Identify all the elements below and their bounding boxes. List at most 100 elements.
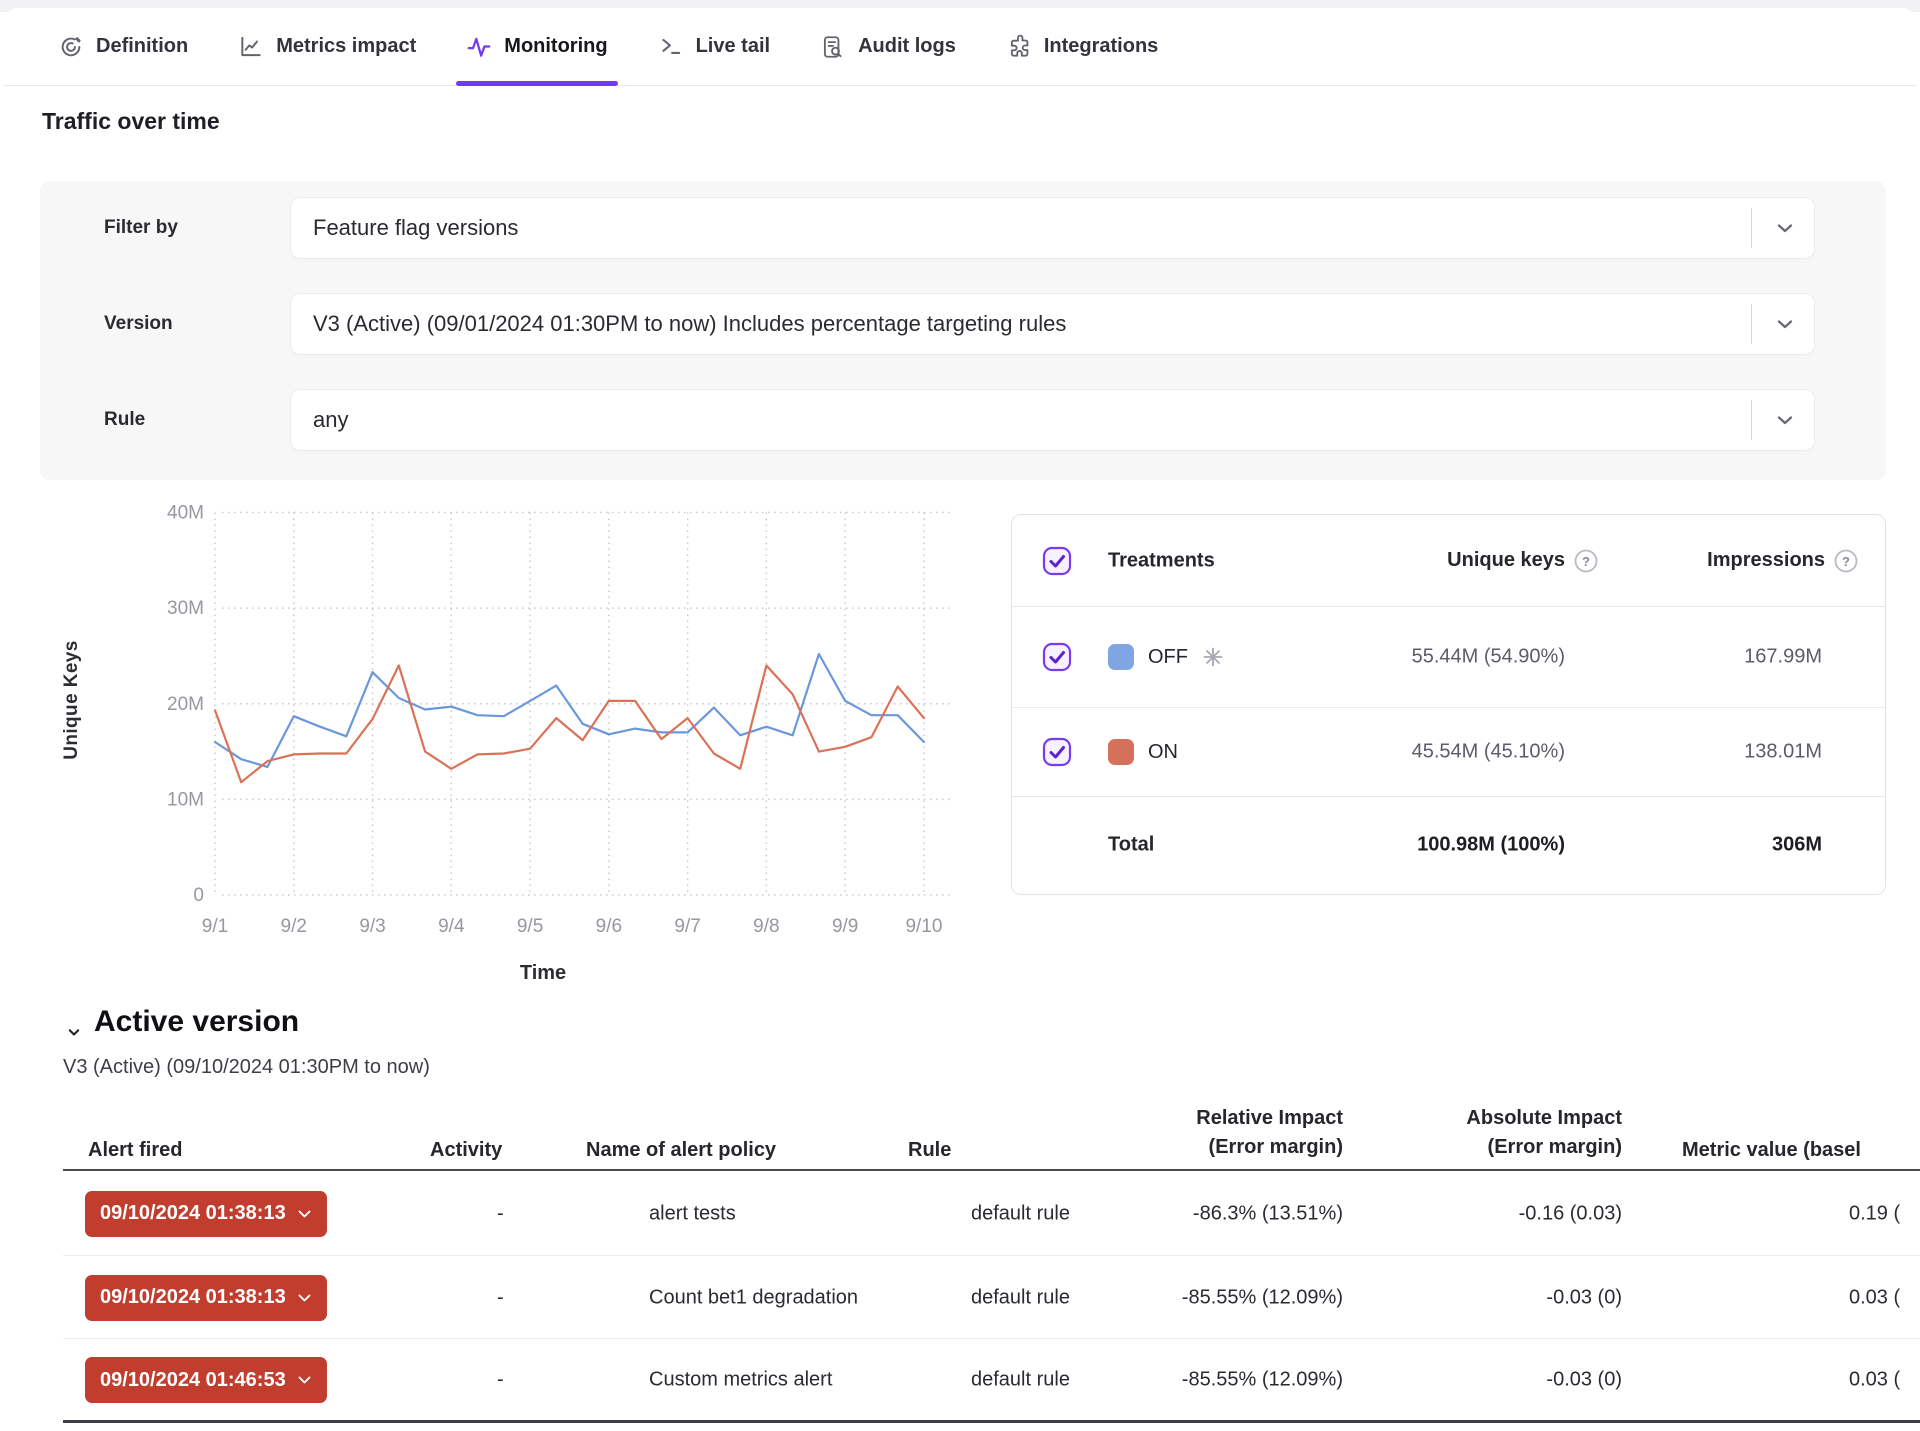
svg-text:30M: 30M [167, 598, 204, 619]
svg-text:20M: 20M [167, 694, 204, 715]
metric-value: 0.03 ( [1849, 1286, 1900, 1309]
definition-icon [58, 34, 84, 60]
y-axis-label: Unique Keys [61, 640, 83, 760]
header-border [63, 1169, 1920, 1171]
treatments-panel: Treatments Unique keys ? Impressions ? O… [1011, 514, 1886, 895]
tab-integrations[interactable]: Integrations [1006, 8, 1158, 85]
chevron-down-icon [297, 1209, 312, 1219]
svg-text:0: 0 [193, 885, 204, 906]
alert-policy-link[interactable]: alert tests [649, 1202, 736, 1225]
active-version-subtitle: V3 (Active) (09/10/2024 01:30PM to now) [63, 1056, 430, 1079]
alerts-header-row: Alert fired Activity Name of alert polic… [0, 1090, 1920, 1170]
relative-impact-value: -85.55% (12.09%) [1182, 1369, 1343, 1392]
relative-impact-value: -85.55% (12.09%) [1182, 1286, 1343, 1309]
tab-definition[interactable]: Definition [58, 8, 188, 85]
select-divider [1751, 304, 1752, 344]
svg-text:9/9: 9/9 [832, 916, 858, 937]
off-color-swatch [1108, 644, 1134, 670]
filter-row-filter-by: Filter by Feature flag versions [40, 197, 1886, 259]
col-absolute-impact: Absolute Impact (Error margin) [1466, 1104, 1622, 1162]
off-impressions: 167.99M [1744, 646, 1822, 669]
alert-policy-link[interactable]: Custom metrics alert [649, 1369, 832, 1392]
total-unique-keys: 100.98M (100%) [1417, 834, 1565, 857]
chevron-down-icon[interactable] [1773, 312, 1797, 336]
help-icon[interactable]: ? [1573, 548, 1599, 574]
filter-by-select[interactable]: Feature flag versions [290, 197, 1815, 259]
x-axis-label: Time [520, 962, 566, 985]
filter-by-label: Filter by [104, 197, 178, 259]
svg-text:9/3: 9/3 [359, 916, 385, 937]
activity-value: - [497, 1202, 504, 1225]
metric-value: 0.03 ( [1849, 1369, 1900, 1392]
treatments-column-header: Treatments [1108, 549, 1215, 572]
treatment-name: ON [1148, 741, 1178, 764]
filter-row-rule: Rule any [40, 389, 1886, 451]
alert-row: 09/10/2024 01:46:53 - Custom metrics ale… [63, 1340, 1920, 1420]
chevron-down-icon [297, 1293, 312, 1303]
svg-text:9/1: 9/1 [202, 916, 228, 937]
col-alert-fired: Alert fired [88, 1139, 182, 1162]
tab-label: Monitoring [504, 35, 607, 58]
svg-text:10M: 10M [167, 789, 204, 810]
tab-label: Live tail [696, 35, 770, 58]
help-icon[interactable]: ? [1833, 548, 1859, 574]
svg-text:9/2: 9/2 [281, 916, 307, 937]
collapse-chevron-icon[interactable] [64, 1022, 84, 1042]
live-tail-icon [658, 34, 684, 60]
treatment-row-off: OFF 55.44M (54.90%) 167.99M [1012, 607, 1885, 708]
rule-select[interactable]: any [290, 389, 1815, 451]
active-version-title: Active version [94, 1005, 299, 1039]
alert-fired-badge[interactable]: 09/10/2024 01:38:13 [85, 1275, 327, 1321]
svg-text:9/7: 9/7 [674, 916, 700, 937]
filter-panel: Filter by Feature flag versions Version … [40, 181, 1886, 480]
on-color-swatch [1108, 739, 1134, 765]
metrics-impact-icon [238, 34, 264, 60]
off-checkbox[interactable] [1042, 642, 1072, 672]
select-all-checkbox[interactable] [1042, 546, 1072, 576]
col-relative-impact: Relative Impact (Error margin) [1196, 1104, 1343, 1162]
tab-label: Definition [96, 35, 188, 58]
col-activity: Activity [430, 1139, 502, 1162]
tab-audit-logs[interactable]: Audit logs [820, 8, 956, 85]
tab-label: Integrations [1044, 35, 1158, 58]
treatment-name: OFF [1148, 646, 1188, 669]
on-checkbox[interactable] [1042, 737, 1072, 767]
chevron-down-icon[interactable] [1773, 408, 1797, 432]
absolute-impact-value: -0.16 (0.03) [1519, 1202, 1622, 1225]
audit-logs-icon [820, 34, 846, 60]
traffic-line-chart: 010M20M30M40M9/19/29/39/49/59/69/79/89/9… [0, 495, 980, 1000]
absolute-impact-value: -0.03 (0) [1546, 1369, 1622, 1392]
absolute-impact-value: -0.03 (0) [1546, 1286, 1622, 1309]
metric-value: 0.19 ( [1849, 1202, 1900, 1225]
filter-row-version: Version V3 (Active) (09/01/2024 01:30PM … [40, 293, 1886, 355]
tab-bar: Definition Metrics impact Monitoring Liv… [4, 8, 1916, 86]
treatments-total-row: Total 100.98M (100%) 306M [1012, 797, 1885, 893]
rule-value: default rule [971, 1286, 1070, 1309]
table-bottom-border [63, 1420, 1920, 1423]
version-select[interactable]: V3 (Active) (09/01/2024 01:30PM to now) … [290, 293, 1815, 355]
svg-text:9/5: 9/5 [517, 916, 543, 937]
col-metric-value: Metric value (basel [1682, 1139, 1861, 1162]
tab-label: Audit logs [858, 35, 956, 58]
tab-monitoring[interactable]: Monitoring [466, 8, 607, 85]
monitoring-icon [466, 34, 492, 60]
tab-metrics-impact[interactable]: Metrics impact [238, 8, 416, 85]
filter-by-value: Feature flag versions [313, 198, 518, 258]
select-divider [1751, 400, 1752, 440]
alert-fired-badge[interactable]: 09/10/2024 01:38:13 [85, 1191, 327, 1237]
svg-text:9/8: 9/8 [753, 916, 779, 937]
alert-policy-link[interactable]: Count bet1 degradation [649, 1286, 858, 1309]
svg-text:40M: 40M [167, 503, 204, 524]
treatments-header-row: Treatments Unique keys ? Impressions ? [1012, 515, 1885, 607]
svg-text:9/10: 9/10 [905, 916, 942, 937]
alert-fired-badge[interactable]: 09/10/2024 01:46:53 [85, 1357, 327, 1403]
tab-live-tail[interactable]: Live tail [658, 8, 770, 85]
svg-text:9/6: 9/6 [596, 916, 622, 937]
svg-text:?: ? [1842, 554, 1850, 569]
activity-value: - [497, 1286, 504, 1309]
on-unique-keys: 45.54M (45.10%) [1412, 741, 1565, 764]
version-value: V3 (Active) (09/01/2024 01:30PM to now) … [313, 294, 1066, 354]
activity-value: - [497, 1369, 504, 1392]
rule-value: default rule [971, 1369, 1070, 1392]
chevron-down-icon[interactable] [1773, 216, 1797, 240]
